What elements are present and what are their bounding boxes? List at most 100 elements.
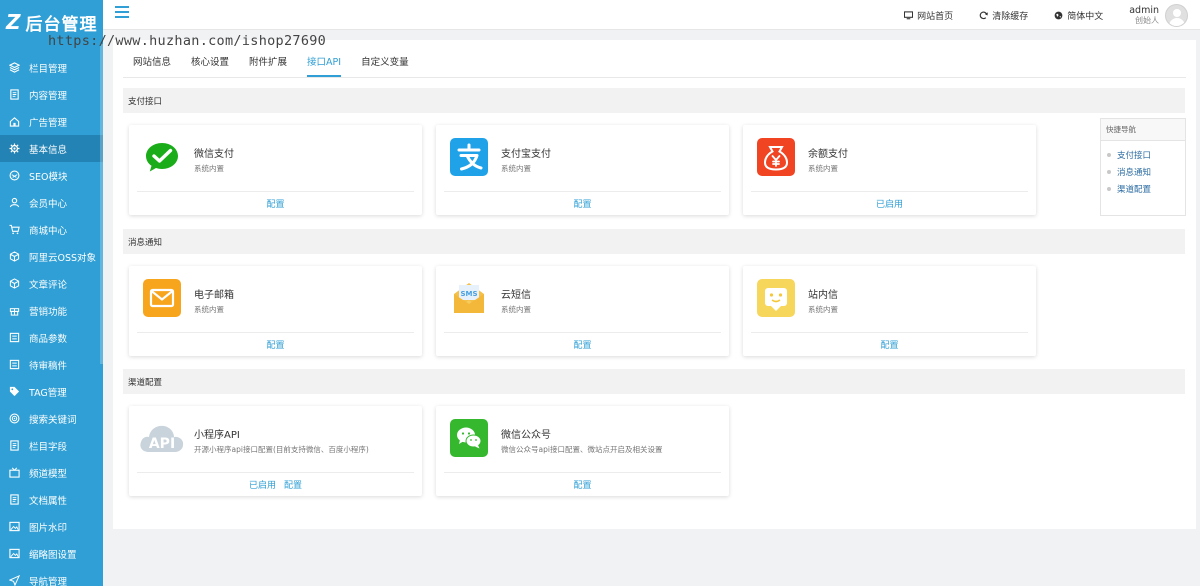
document-icon bbox=[9, 89, 20, 100]
card-subtitle: 微信公众号api接口配置、微站点开启及相关设置 bbox=[501, 445, 663, 454]
sidebar-item-19[interactable]: 导航管理 bbox=[0, 567, 103, 586]
card-link[interactable]: 配置 bbox=[284, 478, 302, 491]
site-home-label: 网站首页 bbox=[917, 11, 954, 22]
list-icon bbox=[9, 332, 20, 343]
sidebar-item-17[interactable]: 图片水印 bbox=[0, 513, 103, 540]
user-role: 创始人 bbox=[1135, 15, 1159, 25]
sidebar-item-5[interactable]: 会员中心 bbox=[0, 189, 103, 216]
site-message-icon bbox=[757, 279, 795, 317]
seo-icon bbox=[9, 170, 20, 181]
sidebar-item-12[interactable]: TAG管理 bbox=[0, 378, 103, 405]
sidebar-item-3[interactable]: 基本信息 bbox=[0, 135, 103, 162]
sidebar-item-8[interactable]: 文章评论 bbox=[0, 270, 103, 297]
sidebar-item-label: 待审稿件 bbox=[29, 360, 68, 372]
gift-icon bbox=[9, 305, 20, 316]
sidebar-item-7[interactable]: 阿里云OSS对象 bbox=[0, 243, 103, 270]
tab-4[interactable]: 自定义变量 bbox=[361, 54, 409, 77]
card-link[interactable]: 配置 bbox=[266, 197, 284, 210]
card-footer: 配置 bbox=[751, 332, 1028, 356]
channel-card-0: API 小程序API 开源小程序api接口配置(目前支持微信、百度小程序) 已启用 配置 bbox=[129, 406, 422, 496]
sidebar-item-label: SEO模块 bbox=[29, 171, 68, 183]
avatar[interactable] bbox=[1165, 3, 1188, 27]
sidebar-item-label: 营销功能 bbox=[29, 306, 68, 318]
sidebar-item-2[interactable]: 广告管理 bbox=[0, 108, 103, 135]
sidebar-item-0[interactable]: 栏目管理 bbox=[0, 54, 103, 81]
refresh-icon bbox=[979, 11, 989, 19]
quick-nav-label: 支付接口 bbox=[1117, 150, 1152, 161]
sidebar-item-13[interactable]: 搜索关键词 bbox=[0, 405, 103, 432]
sidebar-item-14[interactable]: 栏目字段 bbox=[0, 432, 103, 459]
gear-icon bbox=[9, 143, 20, 154]
card-link[interactable]: 已启用 bbox=[876, 197, 903, 210]
tab-3[interactable]: 接口API bbox=[307, 54, 342, 77]
sidebar-item-15[interactable]: 频道模型 bbox=[0, 459, 103, 486]
sidebar-menu: 栏目管理内容管理 广告管理 基本信息 SEO模块会员中心商城中心 阿里云OSS对象文章评… bbox=[0, 54, 103, 586]
sidebar-item-16[interactable]: 文档属性 bbox=[0, 486, 103, 513]
message-card-0: 电子邮箱 系统内置 配置 bbox=[129, 266, 422, 356]
card-subtitle: 系统内置 bbox=[194, 305, 224, 314]
card-link[interactable]: 配置 bbox=[266, 338, 284, 351]
cube-icon bbox=[9, 278, 20, 289]
card-subtitle: 系统内置 bbox=[808, 164, 838, 173]
menu-toggle-icon[interactable] bbox=[115, 6, 129, 20]
sidebar-item-label: 栏目管理 bbox=[29, 63, 68, 75]
api-cloud-icon: API bbox=[137, 419, 187, 457]
user-menu[interactable]: admin 创始人 bbox=[1129, 3, 1188, 27]
sidebar-item-4[interactable]: SEO模块 bbox=[0, 162, 103, 189]
sidebar-item-1[interactable]: 内容管理 bbox=[0, 81, 103, 108]
card-link[interactable]: 已启用 bbox=[249, 478, 276, 491]
card-link[interactable]: 配置 bbox=[573, 478, 591, 491]
list-icon bbox=[9, 359, 20, 370]
quick-nav-item[interactable]: 渠道配置 bbox=[1101, 180, 1185, 197]
user-info: admin 创始人 bbox=[1129, 5, 1159, 26]
card-footer: 已启用 bbox=[751, 191, 1028, 215]
sidebar-item-9[interactable]: 营销功能 bbox=[0, 297, 103, 324]
bullet-icon bbox=[1107, 169, 1111, 174]
sidebar-item-label: TAG管理 bbox=[29, 387, 67, 399]
tab-0[interactable]: 网站信息 bbox=[133, 54, 171, 77]
language-link[interactable]: 简体中文 bbox=[1054, 9, 1103, 22]
card-footer: 配置 bbox=[137, 332, 414, 356]
sidebar: Z 后台管理 栏目管理 内容管理 广告管理 基本信息 SEO模块 会员中心 商城中心 阿里云O… bbox=[0, 0, 103, 586]
clear-cache-link[interactable]: 清除缓存 bbox=[979, 9, 1028, 22]
sidebar-item-label: 文章评论 bbox=[29, 279, 68, 291]
quick-nav-item[interactable]: 支付接口 bbox=[1101, 146, 1185, 163]
card-footer: 已启用 配置 bbox=[137, 472, 414, 496]
site-home-link[interactable]: 网站首页 bbox=[904, 9, 953, 22]
card-title: 支付宝支付 bbox=[501, 149, 551, 160]
logo-mark-icon: Z bbox=[6, 10, 22, 34]
sidebar-item-label: 会员中心 bbox=[29, 198, 68, 210]
card-footer: 配置 bbox=[444, 191, 721, 215]
tv-icon bbox=[9, 467, 20, 478]
card-footer: 配置 bbox=[444, 472, 721, 496]
message-card-1: SMS 云短信 系统内置 配置 bbox=[436, 266, 729, 356]
card-title: 微信支付 bbox=[194, 149, 234, 160]
sms-icon: SMS bbox=[450, 279, 488, 317]
document-icon bbox=[9, 494, 20, 505]
sidebar-item-6[interactable]: 商城中心 bbox=[0, 216, 103, 243]
card-footer: 配置 bbox=[444, 332, 721, 356]
channel-card-1: 微信公众号微信公众号api接口配置、微站点开启及相关设置配置 bbox=[436, 406, 729, 496]
bullet-icon bbox=[1107, 152, 1111, 157]
quick-nav-item[interactable]: 消息通知 bbox=[1101, 163, 1185, 180]
language-label: 简体中文 bbox=[1067, 11, 1104, 22]
sidebar-item-10[interactable]: 商品参数 bbox=[0, 324, 103, 351]
top-links: 网站首页 清除缓存 简体中文 admin 创始人 bbox=[904, 0, 1200, 30]
sidebar-item-18[interactable]: 缩略图设置 bbox=[0, 540, 103, 567]
card-link[interactable]: 配置 bbox=[880, 338, 898, 351]
card-link[interactable]: 配置 bbox=[573, 197, 591, 210]
card-subtitle: 系统内置 bbox=[808, 305, 838, 314]
sidebar-scrollbar[interactable] bbox=[100, 44, 103, 364]
sidebar-item-label: 图片水印 bbox=[29, 522, 68, 534]
main-panel: 网站信息 核心设置 附件扩展 接口API 自定义变量 支付接口 微信支付 系统内置 配置 支付… bbox=[113, 40, 1196, 529]
sidebar-item-11[interactable]: 待审稿件 bbox=[0, 351, 103, 378]
payment-card-2: 余额支付 系统内置 已启用 bbox=[743, 125, 1036, 215]
tab-2[interactable]: 附件扩展 bbox=[249, 54, 287, 77]
card-title: 微信公众号 bbox=[501, 430, 551, 441]
card-subtitle: 开源小程序api接口配置(目前支持微信、百度小程序) bbox=[194, 445, 369, 454]
card-subtitle: 系统内置 bbox=[194, 164, 224, 173]
globe-icon bbox=[1054, 11, 1063, 19]
balance-icon bbox=[757, 138, 795, 176]
tab-1[interactable]: 核心设置 bbox=[191, 54, 229, 77]
card-link[interactable]: 配置 bbox=[573, 338, 591, 351]
